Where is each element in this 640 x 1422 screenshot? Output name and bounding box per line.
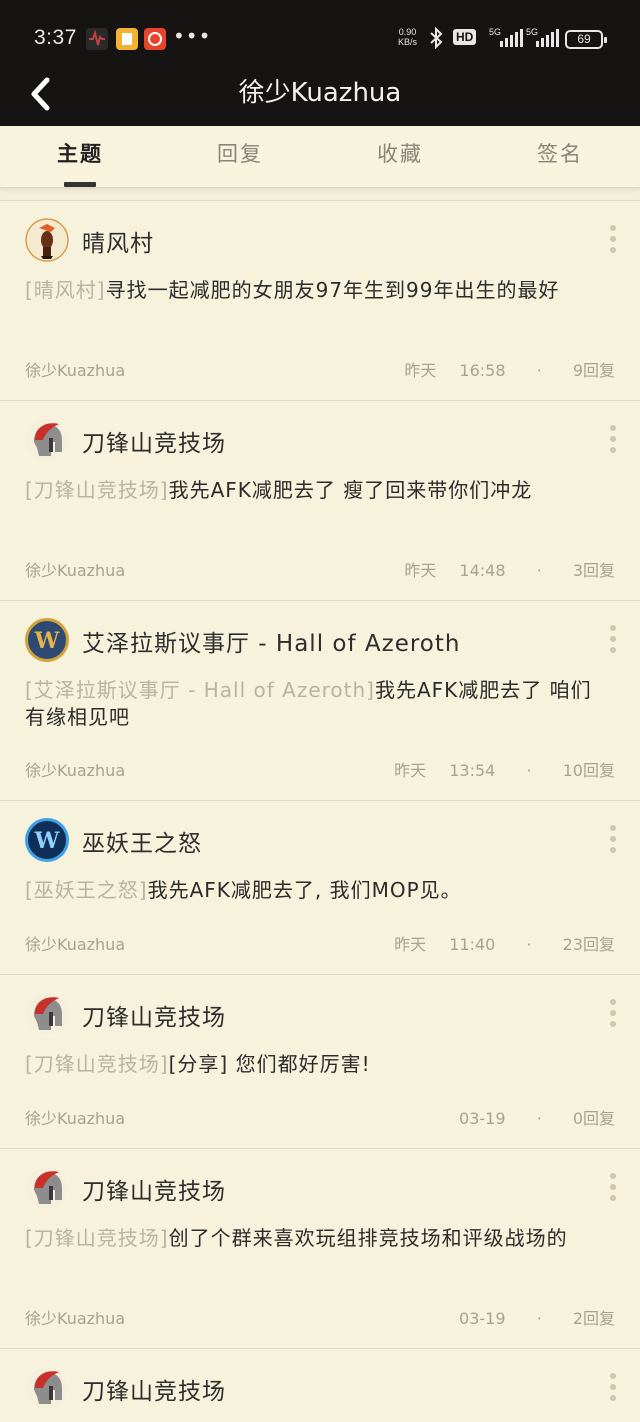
post-board-tag: [刀锋山竞技场] bbox=[25, 1226, 169, 1250]
post-time: 14:48 bbox=[459, 561, 506, 580]
tab-signature[interactable]: 签名 bbox=[480, 138, 640, 168]
post-item[interactable]: 刀锋山竞技场 [刀锋山竞技场]我先AFK减肥去了 瘦了回来带你们冲龙 徐少Kua… bbox=[0, 400, 640, 600]
notes-app-icon bbox=[116, 28, 138, 50]
post-content: [刀锋山竞技场][分享] 您们都好厉害! bbox=[25, 1051, 605, 1078]
post-board-name[interactable]: 巫妖王之怒 bbox=[82, 824, 202, 858]
post-date: 昨天 bbox=[394, 761, 427, 780]
voice-app-icon bbox=[86, 28, 108, 50]
post-content: [艾泽拉斯议事厅 - Hall of Azeroth]我先AFK减肥去了 咱们有… bbox=[25, 677, 605, 731]
post-item[interactable]: 晴风村 [晴风村]寻找一起减肥的女朋友97年生到99年出生的最好 徐少Kuazh… bbox=[0, 200, 640, 400]
post-date: 昨天 bbox=[394, 935, 427, 954]
meta-separator: · bbox=[536, 1109, 542, 1128]
post-item[interactable]: 刀锋山竞技场 bbox=[0, 1348, 640, 1422]
post-date: 昨天 bbox=[404, 361, 437, 380]
more-options-icon[interactable] bbox=[600, 997, 626, 1031]
more-options-icon[interactable] bbox=[600, 823, 626, 857]
post-content: [刀锋山竞技场]创了个群来喜欢玩组排竞技场和评级战场的 bbox=[25, 1225, 605, 1252]
tab-topics[interactable]: 主题 bbox=[0, 138, 160, 168]
post-content: [刀锋山竞技场]我先AFK减肥去了 瘦了回来带你们冲龙 bbox=[25, 477, 605, 504]
post-title: 我先AFK减肥去了 瘦了回来带你们冲龙 bbox=[168, 478, 533, 502]
post-board-name[interactable]: 刀锋山竞技场 bbox=[82, 424, 226, 458]
battery-icon: 69 bbox=[565, 30, 607, 49]
post-board-tag: [刀锋山竞技场] bbox=[25, 478, 169, 502]
status-time: 3:37 bbox=[34, 26, 77, 49]
signal-strength-icon-2 bbox=[536, 29, 559, 47]
post-time: 13:54 bbox=[449, 761, 496, 780]
post-reply-count: 2回复 bbox=[572, 1309, 615, 1328]
post-title: 寻找一起减肥的女朋友97年生到99年出生的最好 bbox=[105, 278, 560, 302]
post-title: 我先AFK减肥去了, 我们MOP见。 bbox=[147, 878, 462, 902]
spartan-helmet-avatar-icon bbox=[25, 418, 69, 462]
wow-gold-avatar-icon: W bbox=[25, 618, 69, 662]
more-options-icon[interactable] bbox=[600, 1371, 626, 1405]
post-author: 徐少Kuazhua bbox=[25, 1309, 126, 1328]
post-author: 徐少Kuazhua bbox=[25, 1109, 126, 1128]
page-title: 徐少Kuazhua bbox=[238, 78, 402, 108]
post-reply-count: 0回复 bbox=[572, 1109, 615, 1128]
meta-separator: · bbox=[526, 761, 532, 780]
post-time: 11:40 bbox=[449, 935, 496, 954]
post-item[interactable]: 刀锋山竞技场 [刀锋山竞技场]创了个群来喜欢玩组排竞技场和评级战场的 徐少Kua… bbox=[0, 1148, 640, 1348]
tab-replies[interactable]: 回复 bbox=[160, 138, 320, 168]
post-board-name[interactable]: 刀锋山竞技场 bbox=[82, 1172, 226, 1206]
post-author: 徐少Kuazhua bbox=[25, 361, 126, 380]
network-speed: 0.90 KB/s bbox=[398, 27, 417, 47]
svg-text:W: W bbox=[34, 628, 60, 654]
spartan-helmet-avatar-icon bbox=[25, 1366, 69, 1410]
more-options-icon[interactable] bbox=[600, 423, 626, 457]
post-item[interactable]: W 艾泽拉斯议事厅 - Hall of Azeroth [艾泽拉斯议事厅 - H… bbox=[0, 600, 640, 800]
post-reply-count: 10回复 bbox=[562, 761, 615, 780]
post-board-name[interactable]: 晴风村 bbox=[82, 224, 154, 258]
post-author: 徐少Kuazhua bbox=[25, 935, 126, 954]
post-date: 昨天 bbox=[404, 561, 437, 580]
signal-strength-icon bbox=[500, 29, 523, 47]
post-board-tag: [艾泽拉斯议事厅 - Hall of Azeroth] bbox=[25, 678, 375, 702]
meta-separator: · bbox=[536, 561, 542, 580]
tab-indicator bbox=[64, 182, 96, 187]
speed-unit: KB/s bbox=[398, 37, 418, 47]
post-content: [晴风村]寻找一起减肥的女朋友97年生到99年出生的最好 bbox=[25, 277, 605, 304]
speed-value: 0.90 bbox=[398, 27, 417, 37]
more-notifications-icon: ••• bbox=[173, 24, 212, 48]
shopping-app-icon bbox=[144, 28, 166, 50]
post-reply-count: 23回复 bbox=[562, 935, 615, 954]
tab-bar: 主题 回复 收藏 签名 bbox=[0, 126, 640, 188]
hd-voice-badge: HD bbox=[453, 29, 477, 45]
svg-text:W: W bbox=[34, 828, 60, 854]
post-content: [巫妖王之怒]我先AFK减肥去了, 我们MOP见。 bbox=[25, 877, 605, 904]
post-time: 03-19 bbox=[459, 1309, 506, 1328]
spartan-helmet-avatar-icon bbox=[25, 1166, 69, 1210]
tab-favorites[interactable]: 收藏 bbox=[320, 138, 480, 168]
post-board-name[interactable]: 刀锋山竞技场 bbox=[82, 998, 226, 1032]
post-author: 徐少Kuazhua bbox=[25, 761, 126, 780]
post-title: 创了个群来喜欢玩组排竞技场和评级战场的 bbox=[168, 1226, 568, 1250]
post-author: 徐少Kuazhua bbox=[25, 561, 126, 580]
post-board-name[interactable]: 刀锋山竞技场 bbox=[82, 1372, 226, 1406]
post-board-name[interactable]: 艾泽拉斯议事厅 - Hall of Azeroth bbox=[82, 624, 460, 658]
post-item[interactable]: W 巫妖王之怒 [巫妖王之怒]我先AFK减肥去了, 我们MOP见。 徐少Kuaz… bbox=[0, 800, 640, 974]
bird-avatar-icon bbox=[25, 218, 69, 262]
bluetooth-icon bbox=[428, 26, 444, 53]
post-time: 03-19 bbox=[459, 1109, 506, 1128]
post-reply-count: 3回复 bbox=[572, 561, 615, 580]
meta-separator: · bbox=[536, 361, 542, 380]
post-board-tag: [刀锋山竞技场] bbox=[25, 1052, 169, 1076]
spartan-helmet-avatar-icon bbox=[25, 992, 69, 1036]
meta-separator: · bbox=[536, 1309, 542, 1328]
more-options-icon[interactable] bbox=[600, 1171, 626, 1205]
post-title: [分享] 您们都好厉害! bbox=[168, 1052, 371, 1076]
post-board-tag: [巫妖王之怒] bbox=[25, 878, 148, 902]
meta-separator: · bbox=[526, 935, 532, 954]
more-options-icon[interactable] bbox=[600, 623, 626, 657]
post-time: 16:58 bbox=[459, 361, 506, 380]
status-bar: 3:37 ••• 0.90 KB/s HD 5G 5G 69 bbox=[0, 0, 640, 70]
more-options-icon[interactable] bbox=[600, 223, 626, 257]
app-header: 徐少Kuazhua bbox=[0, 70, 640, 126]
post-item[interactable]: 刀锋山竞技场 [刀锋山竞技场][分享] 您们都好厉害! 徐少Kuazhua 03… bbox=[0, 974, 640, 1148]
post-reply-count: 9回复 bbox=[572, 361, 615, 380]
wow-blue-avatar-icon: W bbox=[25, 818, 69, 862]
post-board-tag: [晴风村] bbox=[25, 278, 106, 302]
